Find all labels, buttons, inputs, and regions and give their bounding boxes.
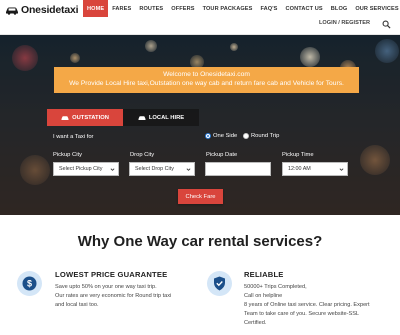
check-fare-button[interactable]: Check Fare	[178, 189, 223, 204]
nav-item-home[interactable]: HOME	[83, 0, 109, 17]
pickup-time-select[interactable]: 12:00 AM	[282, 162, 348, 176]
drop-city-label: Drop City	[130, 152, 155, 158]
nav-item-our-services[interactable]: OUR SERVICES	[351, 0, 400, 17]
car-icon	[61, 115, 69, 120]
feature-title-reliable: RELIABLE	[244, 270, 284, 279]
pickup-date-input[interactable]	[205, 162, 271, 176]
tab-outstation[interactable]: OUTSTATION	[47, 109, 123, 126]
pickup-time-value: 12:00 AM	[288, 166, 311, 172]
radio-round-trip-dot	[243, 133, 249, 139]
chevron-down-icon	[110, 168, 115, 171]
feature-text-reliable: 50000+ Trips Completed, Call on helpline…	[244, 283, 394, 328]
brand-name: Onesidetaxi	[21, 4, 79, 16]
svg-text:$: $	[27, 279, 32, 289]
car-icon	[138, 115, 146, 120]
main-nav: HOME FARES ROUTES OFFERS TOUR PACKAGES F…	[83, 0, 400, 17]
welcome-title: Welcome to Onesidetaxi.com	[163, 71, 250, 78]
feature-icon-circle: $	[17, 271, 42, 296]
drop-city-select[interactable]: Select Drop City	[129, 162, 195, 176]
drop-city-value: Select Drop City	[135, 166, 174, 172]
tab-local-hire[interactable]: LOCAL HIRE	[123, 109, 199, 126]
chevron-down-icon	[339, 168, 344, 171]
nav-item-offers[interactable]: OFFERS	[167, 0, 198, 17]
radio-one-side-dot	[205, 133, 211, 139]
why-heading: Why One Way car rental services?	[77, 233, 323, 250]
pickup-time-label: Pickup Time	[282, 152, 314, 158]
feature-line: Certified.	[244, 320, 267, 326]
nav-item-contact-us[interactable]: CONTACT US	[282, 0, 327, 17]
feature-icon-circle	[207, 271, 232, 296]
feature-line: 50000+ Trips Completed,	[244, 284, 307, 290]
tab-local-hire-label: LOCAL HIRE	[148, 114, 185, 121]
feature-line: Save upto 50% on your one way taxi trip.	[55, 284, 157, 290]
radio-one-side[interactable]: One Side	[205, 133, 237, 139]
pickup-city-select[interactable]: Select Pickup City	[53, 162, 119, 176]
nav-item-faqs[interactable]: FAQ'S	[256, 0, 281, 17]
nav-item-fares[interactable]: FARES	[108, 0, 135, 17]
feature-line: Team to take care of you. Secure website…	[244, 311, 360, 317]
hero-banner: Welcome to Onesidetaxi.com We Provide Lo…	[0, 35, 400, 215]
top-header: Onesidetaxi HOME FARES ROUTES OFFERS TOU…	[0, 0, 400, 35]
chevron-down-icon	[186, 168, 191, 171]
radio-round-trip-label: Round Trip	[251, 133, 280, 139]
pickup-date-label: Pickup Date	[206, 152, 238, 158]
pickup-city-label: Pickup City	[53, 152, 82, 158]
nav-item-routes[interactable]: ROUTES	[135, 0, 167, 17]
feature-text-price: Save upto 50% on your one way taxi trip.…	[55, 283, 205, 310]
feature-line: and local taxi too.	[55, 302, 99, 308]
shield-check-icon	[214, 276, 225, 291]
dollar-icon: $	[22, 276, 37, 291]
taxi-logo-icon	[6, 7, 18, 15]
welcome-text: We Provide Local Hire taxi,Outstation on…	[69, 80, 344, 87]
nav-item-tour-packages[interactable]: TOUR PACKAGES	[199, 0, 257, 17]
welcome-banner: Welcome to Onesidetaxi.com We Provide Lo…	[54, 67, 359, 93]
booking-tabs: OUTSTATION LOCAL HIRE	[47, 109, 199, 126]
nav-item-blog[interactable]: BLOG	[327, 0, 352, 17]
search-icon[interactable]	[382, 20, 391, 29]
feature-line: Call on helpline	[244, 293, 283, 299]
feature-line: 8 years of Online taxi service. Clear pr…	[244, 302, 370, 308]
login-register-link[interactable]: LOGIN / REGISTER	[319, 20, 370, 26]
radio-round-trip[interactable]: Round Trip	[243, 133, 279, 139]
brand-logo[interactable]: Onesidetaxi	[5, 3, 79, 17]
feature-line: Our rates are very economic for Round tr…	[55, 293, 172, 299]
want-taxi-label: I want a Taxi for	[53, 134, 94, 140]
pickup-city-value: Select Pickup City	[59, 166, 103, 172]
radio-one-side-label: One Side	[213, 133, 238, 139]
tab-outstation-label: OUTSTATION	[72, 114, 109, 121]
feature-title-price: LOWEST PRICE GUARANTEE	[55, 270, 168, 279]
